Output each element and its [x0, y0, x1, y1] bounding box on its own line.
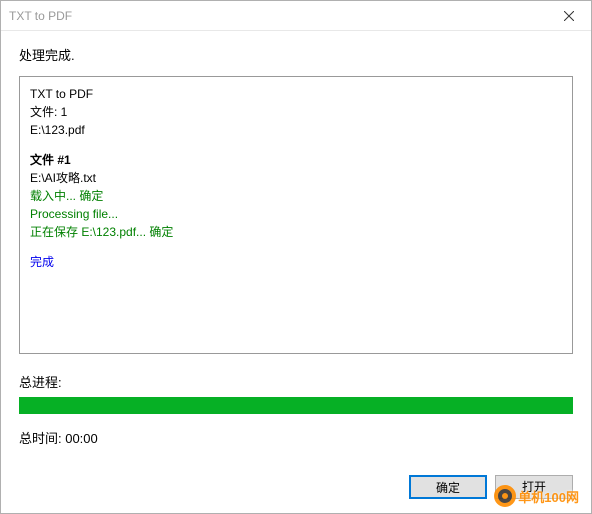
dialog-window: TXT to PDF 处理完成. TXT to PDF 文件: 1 E:\123…	[0, 0, 592, 514]
log-output[interactable]: TXT to PDF 文件: 1 E:\123.pdf 文件 #1 E:\AI攻…	[19, 76, 573, 354]
log-file-path: E:\AI攻略.txt	[30, 169, 562, 187]
progress-bar	[19, 397, 573, 414]
log-line: 文件: 1	[30, 103, 562, 121]
log-line: E:\123.pdf	[30, 121, 562, 139]
log-processing: Processing file...	[30, 205, 562, 223]
titlebar: TXT to PDF	[1, 1, 591, 31]
log-loading: 载入中... 确定	[30, 187, 562, 205]
progress-section: 总进程:	[19, 372, 573, 414]
log-line: TXT to PDF	[30, 85, 562, 103]
open-button[interactable]: 打开	[495, 475, 573, 499]
progress-label: 总进程:	[19, 372, 573, 391]
log-done: 完成	[30, 253, 562, 271]
close-icon	[564, 11, 574, 21]
ok-button[interactable]: 确定	[409, 475, 487, 499]
content-area: 处理完成. TXT to PDF 文件: 1 E:\123.pdf 文件 #1 …	[1, 31, 591, 463]
window-title: TXT to PDF	[9, 9, 72, 23]
footer-buttons: 确定 打开 单机100网	[1, 463, 591, 513]
log-saving: 正在保存 E:\123.pdf... 确定	[30, 223, 562, 241]
time-label: 总时间: 00:00	[19, 428, 573, 447]
log-file-header: 文件 #1	[30, 151, 562, 169]
progress-fill	[19, 397, 573, 414]
status-label: 处理完成.	[19, 45, 573, 64]
close-button[interactable]	[546, 1, 591, 31]
